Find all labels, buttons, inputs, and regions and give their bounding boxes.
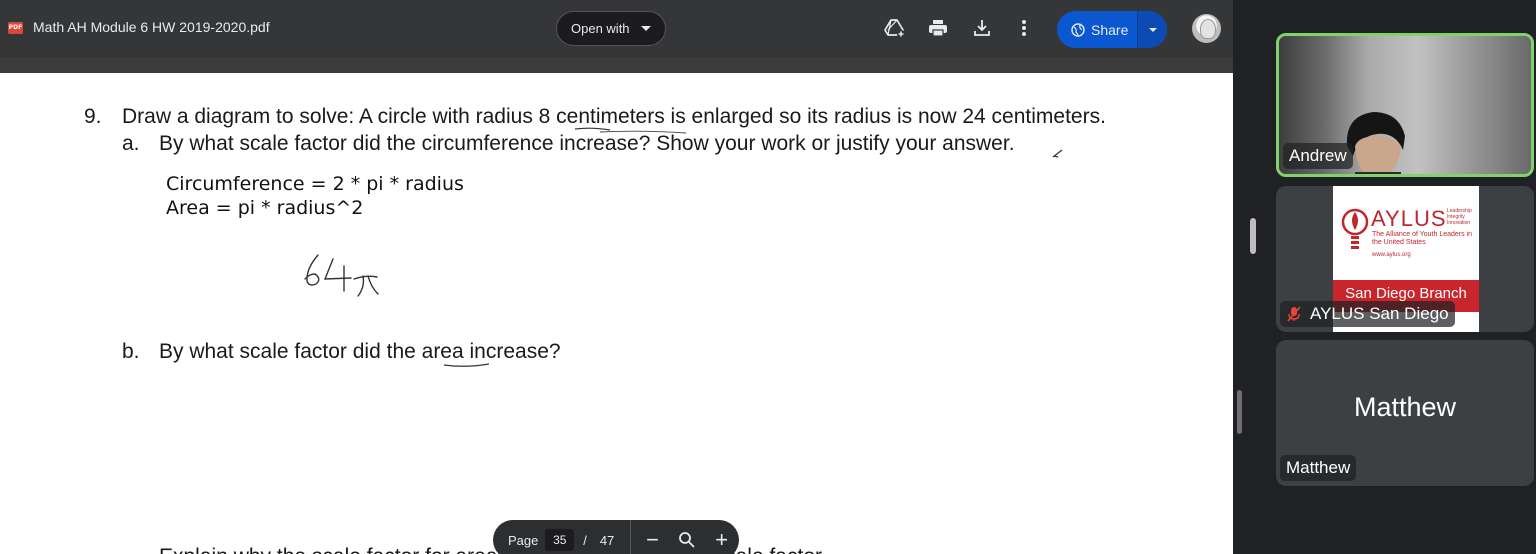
pdf-page: 9. Draw a diagram to solve: A circle wit… (0, 73, 1233, 554)
viewer-toolbar: PDF Math AH Module 6 HW 2019-2020.pdf Op… (0, 0, 1233, 57)
question-9-number: 9. (84, 105, 102, 128)
zoom-icon-button[interactable] (670, 520, 705, 554)
chevron-down-icon (640, 26, 651, 31)
current-page-input[interactable]: 35 (545, 529, 575, 551)
mic-off-icon (1287, 306, 1301, 322)
participant-name: Matthew (1280, 455, 1357, 481)
open-with-button[interactable]: Open with (556, 11, 666, 46)
participant-tile-aylus[interactable]: AYLUS Leadership Integrity Innovation Th… (1276, 186, 1534, 332)
account-avatar[interactable] (1192, 14, 1221, 43)
share-label: Share (1091, 21, 1129, 38)
globe-icon (1071, 22, 1085, 37)
page-navigation-toolbar: Page 35 / 47 − + (493, 520, 739, 554)
panel-scroll-handle[interactable] (1250, 218, 1256, 254)
handwritten-answer (304, 254, 379, 297)
pdf-file-icon: PDF (8, 22, 23, 34)
typed-formula-circumference: Circumference = 2 * pi * radius (166, 173, 464, 195)
page-label: Page (508, 532, 539, 548)
viewer-scrollbar[interactable] (1237, 390, 1242, 434)
more-vert-icon[interactable] (1012, 16, 1036, 40)
page-separator: / (583, 532, 587, 548)
typed-formula-area: Area = pi * radius^2 (166, 197, 364, 219)
torch-icon (1341, 208, 1369, 249)
total-pages: 47 (599, 532, 615, 548)
aylus-subtitle: The Alliance of Youth Leaders in the Uni… (1372, 231, 1473, 246)
pen-tick-mark (1052, 149, 1063, 158)
print-icon[interactable] (926, 16, 950, 40)
question-b-text: By what scale factor did the area increa… (159, 340, 561, 363)
participant-tile-matthew[interactable]: Matthew Matthew (1276, 340, 1534, 486)
file-title: Math AH Module 6 HW 2019-2020.pdf (33, 19, 270, 35)
question-9-text: Draw a diagram to solve: A circle with r… (122, 105, 1106, 128)
pdf-viewer: PDF Math AH Module 6 HW 2019-2020.pdf Op… (0, 0, 1233, 554)
download-icon[interactable] (970, 16, 994, 40)
participant-name: Andrew (1283, 143, 1353, 169)
zoom-in-button[interactable]: + (704, 520, 739, 554)
magnifier-icon (679, 532, 695, 548)
share-button[interactable]: Share (1057, 11, 1167, 48)
tagline-innovation: Innovation (1447, 220, 1471, 226)
open-with-label: Open with (571, 21, 630, 36)
add-to-drive-icon[interactable] (883, 16, 907, 40)
participant-display-name: Matthew (1353, 392, 1457, 422)
question-b-letter: b. (122, 340, 140, 363)
aylus-taglines: Leadership Integrity Innovation (1447, 208, 1472, 226)
participant-name: AYLUS San Diego (1280, 301, 1455, 327)
underline-area (443, 363, 490, 367)
share-dropdown-button[interactable] (1137, 11, 1167, 48)
participant-name-label: AYLUS San Diego (1310, 304, 1449, 323)
question-a-text: By what scale factor did the circumferen… (159, 132, 1015, 155)
toolbar-divider (630, 520, 632, 554)
aylus-url: www.aylus.org (1372, 252, 1411, 258)
aylus-wordmark: AYLUS (1371, 206, 1447, 231)
zoom-out-button[interactable]: − (635, 520, 670, 554)
share-main[interactable]: Share (1057, 11, 1137, 48)
question-a-letter: a. (122, 132, 140, 155)
chevron-down-icon (1148, 27, 1157, 32)
participant-tile-andrew[interactable]: Andrew (1276, 33, 1534, 177)
